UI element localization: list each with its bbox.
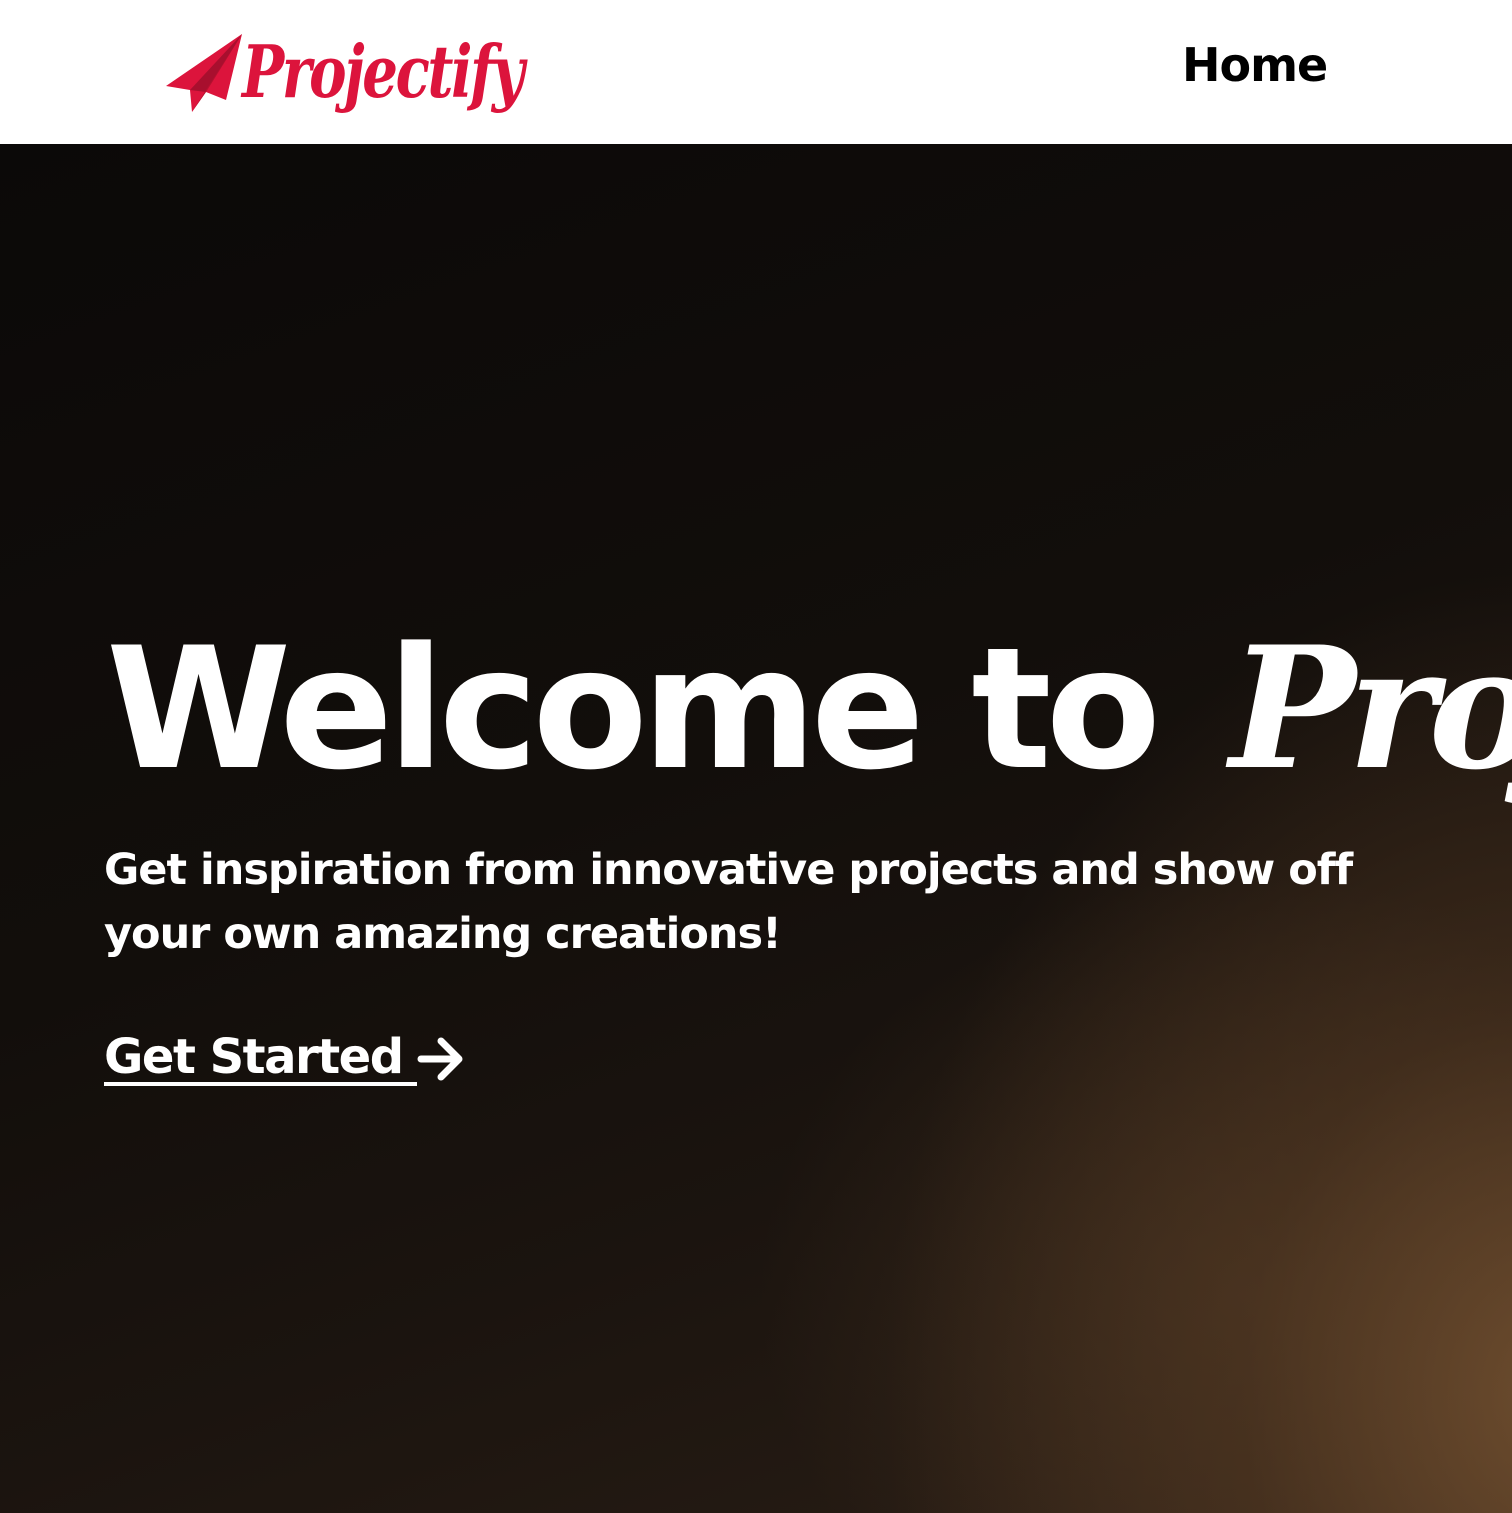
nav-link-home[interactable]: Home xyxy=(1182,38,1328,93)
hero-title: Welcome to Projectify xyxy=(106,624,1512,793)
hero-title-brand: Projectify xyxy=(1229,609,1512,807)
hero-subtitle: Get inspiration from innovative projects… xyxy=(104,845,1353,959)
get-started-button[interactable]: Get Started xyxy=(104,1032,467,1087)
arrow-right-icon xyxy=(417,1037,463,1081)
hero-section: Welcome to Projectify Get inspiration fr… xyxy=(0,144,1512,1513)
brand-logo-link[interactable]: Projectify xyxy=(162,22,601,122)
navbar: Projectify Home xyxy=(0,0,1512,144)
brand-name: Projectify xyxy=(242,29,525,114)
paper-plane-icon xyxy=(166,34,242,112)
hero-title-prefix: Welcome to xyxy=(106,611,1208,807)
get-started-label: Get Started xyxy=(104,1032,417,1087)
